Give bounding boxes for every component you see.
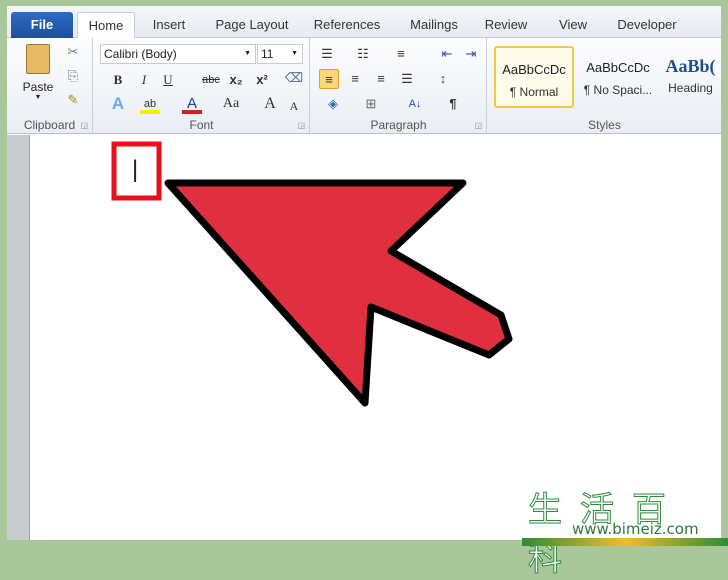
- sort-button[interactable]: A↓: [403, 94, 427, 114]
- bold-button[interactable]: B: [108, 70, 128, 90]
- tab-references[interactable]: References: [307, 12, 387, 38]
- vertical-ruler: [7, 135, 30, 540]
- superscript-button[interactable]: x²: [252, 70, 272, 90]
- font-size-value: 11: [261, 47, 274, 61]
- tab-home[interactable]: Home: [77, 12, 135, 39]
- tab-insert[interactable]: Insert: [143, 12, 195, 38]
- tab-review[interactable]: Review: [481, 12, 531, 38]
- copy-icon[interactable]: ⎘: [63, 66, 83, 86]
- clipboard-group: Paste ▼ ✂ ⎘ ✎ Clipboard ◲: [7, 38, 93, 134]
- highlight-button[interactable]: ab: [140, 94, 160, 114]
- styles-group: AaBbCcDc ¶ Normal AaBbCcDc ¶ No Spaci... A…: [488, 38, 721, 134]
- cut-icon[interactable]: ✂: [63, 42, 83, 62]
- paste-label: Paste: [22, 80, 54, 94]
- style-heading[interactable]: AaBb( Heading: [660, 46, 721, 108]
- multilevel-list-icon[interactable]: ≡: [391, 44, 411, 64]
- clear-formatting-icon[interactable]: ⌫: [284, 68, 304, 88]
- tab-file[interactable]: File: [11, 12, 73, 38]
- underline-button[interactable]: U: [158, 70, 178, 90]
- word-window: File Home Insert Page Layout References …: [7, 6, 721, 540]
- clipboard-icon: [26, 44, 50, 74]
- format-painter-icon[interactable]: ✎: [63, 90, 83, 110]
- style-name: Heading: [668, 81, 713, 95]
- increase-indent-icon[interactable]: ⇥: [461, 44, 481, 64]
- dialog-launcher-icon[interactable]: ◲: [474, 121, 482, 130]
- tab-developer[interactable]: Developer: [611, 12, 683, 38]
- watermark-logo: 生活百科 www.bimeiz.com: [522, 482, 728, 579]
- tab-view[interactable]: View: [553, 12, 593, 38]
- watermark-url: www.bimeiz.com: [572, 520, 699, 538]
- subscript-button[interactable]: x₂: [226, 70, 246, 90]
- chevron-down-icon: ▼: [291, 50, 298, 57]
- ribbon-tabs: File Home Insert Page Layout References …: [7, 6, 721, 39]
- style-normal[interactable]: AaBbCcDc ¶ Normal: [494, 46, 574, 108]
- ribbon: Paste ▼ ✂ ⎘ ✎ Clipboard ◲ Calibri (Body)…: [7, 38, 721, 134]
- chevron-down-icon: ▼: [34, 94, 42, 101]
- tab-page-layout[interactable]: Page Layout: [207, 12, 297, 38]
- style-name: ¶ Normal: [509, 85, 559, 99]
- font-size-select[interactable]: 11 ▼: [257, 44, 303, 64]
- strikethrough-button[interactable]: abc: [198, 70, 224, 90]
- text-cursor: |: [132, 156, 139, 183]
- tab-mailings[interactable]: Mailings: [399, 12, 469, 38]
- font-family-select[interactable]: Calibri (Body) ▼: [100, 44, 256, 64]
- align-left-button[interactable]: ≡: [319, 69, 339, 89]
- line-spacing-icon[interactable]: ↕: [433, 69, 453, 89]
- borders-icon[interactable]: ⊞: [361, 94, 381, 114]
- pointer-arrow-icon: [164, 179, 513, 407]
- style-preview: AaBb(: [665, 56, 716, 76]
- font-label: Font: [189, 118, 214, 132]
- watermark-swoosh: [522, 538, 728, 546]
- grow-font-button[interactable]: A: [260, 94, 280, 114]
- style-no-spacing[interactable]: AaBbCcDc ¶ No Spaci...: [578, 46, 658, 108]
- align-center-button[interactable]: ≡: [345, 69, 365, 89]
- annotation-layer: [111, 141, 513, 407]
- styles-label: Styles: [588, 118, 621, 132]
- style-preview: AaBbCcDc: [586, 60, 650, 75]
- clipboard-label: Clipboard: [23, 118, 76, 132]
- font-group: Calibri (Body) ▼ 11 ▼ B I U abc x₂ x² ⌫ A …: [94, 38, 310, 134]
- font-color-button[interactable]: A: [182, 94, 202, 114]
- shrink-font-button[interactable]: A: [284, 96, 304, 116]
- paragraph-group: ☰ ☷ ≡ ⇤ ⇥ ≡ ≡ ≡ ☰ ↕ ◈ ⊞ A↓ ¶ Paragraph ◲: [311, 38, 487, 134]
- change-case-button[interactable]: Aa: [218, 94, 244, 114]
- dialog-launcher-icon[interactable]: ◲: [80, 121, 88, 130]
- text-effects-button[interactable]: A: [108, 94, 128, 114]
- dialog-launcher-icon[interactable]: ◲: [297, 121, 305, 130]
- style-name: ¶ No Spaci...: [583, 83, 653, 97]
- decrease-indent-icon[interactable]: ⇤: [437, 44, 457, 64]
- paste-button[interactable]: Paste ▼: [15, 44, 61, 106]
- show-formatting-button[interactable]: ¶: [443, 94, 463, 114]
- shading-icon[interactable]: ◈: [323, 94, 343, 114]
- bullets-icon[interactable]: ☰: [317, 44, 337, 64]
- font-family-value: Calibri (Body): [104, 47, 177, 61]
- numbering-icon[interactable]: ☷: [353, 44, 373, 64]
- paragraph-label: Paragraph: [370, 118, 427, 132]
- chevron-down-icon: ▼: [244, 50, 251, 57]
- justify-button[interactable]: ☰: [397, 69, 417, 89]
- align-right-button[interactable]: ≡: [371, 69, 391, 89]
- document-page[interactable]: |: [31, 135, 721, 540]
- italic-button[interactable]: I: [134, 70, 154, 90]
- style-preview: AaBbCcDc: [502, 62, 566, 77]
